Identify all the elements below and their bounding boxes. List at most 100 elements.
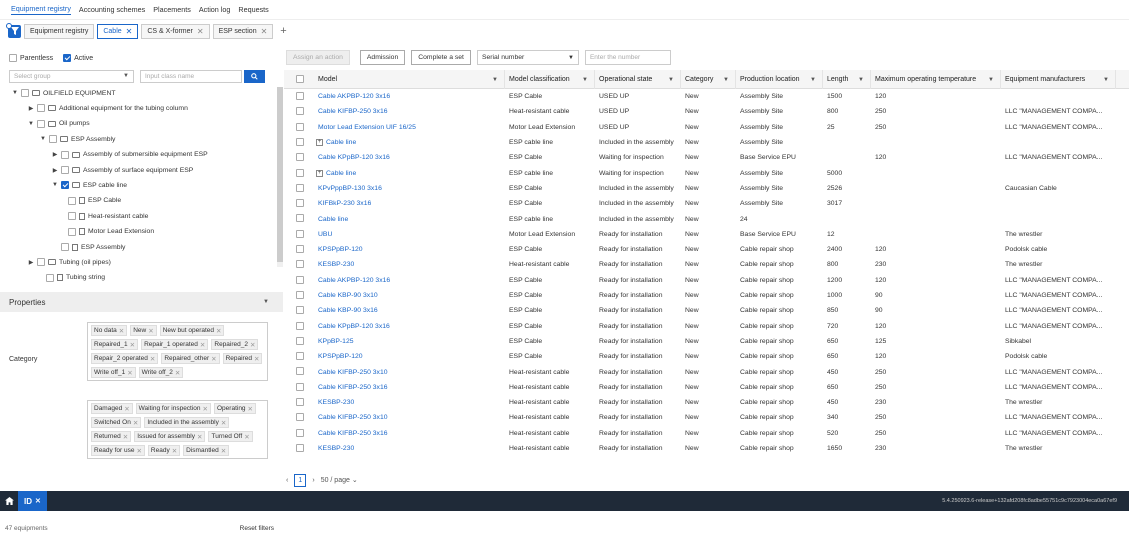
close-icon[interactable]: ✕ bbox=[148, 327, 153, 335]
home-icon[interactable] bbox=[0, 491, 18, 511]
nav-link[interactable]: Accounting schemes bbox=[79, 5, 145, 14]
close-icon[interactable]: ✕ bbox=[211, 355, 216, 363]
model-link[interactable]: Cable line bbox=[314, 211, 505, 226]
model-link[interactable]: Cable KIFBP-250 3x16 bbox=[314, 426, 505, 441]
model-link[interactable]: KESBP-230 bbox=[314, 395, 505, 410]
close-icon[interactable]: ✕ bbox=[250, 341, 255, 349]
close-icon[interactable]: ✕ bbox=[197, 27, 204, 36]
model-link[interactable]: KESBP-230 bbox=[314, 441, 505, 456]
model-link[interactable]: Cable KIFBP-250 3x16 bbox=[314, 104, 505, 119]
table-row[interactable]: Cable KBP-90 3x10 ESP Cable Ready for inst… bbox=[284, 288, 1129, 303]
table-row[interactable]: Cable AKPBP-120 3x16 ESP Cable Ready for i… bbox=[284, 273, 1129, 288]
tree-checkbox[interactable] bbox=[49, 135, 57, 144]
table-row[interactable]: + Cable line ESP cable line Waiting for ins… bbox=[284, 166, 1129, 181]
class-name-input[interactable]: Input class name bbox=[140, 70, 242, 83]
table-row[interactable]: Cable KIFBP-250 3x10 Heat-resistant cable… bbox=[284, 410, 1129, 425]
close-icon[interactable]: ✕ bbox=[244, 433, 249, 441]
tab-item[interactable]: ESP section ✕ bbox=[212, 23, 274, 39]
tree-checkbox[interactable] bbox=[37, 104, 45, 113]
tree-checkbox[interactable] bbox=[37, 258, 45, 267]
row-checkbox[interactable] bbox=[296, 382, 304, 391]
model-link[interactable]: + Cable line bbox=[312, 166, 503, 181]
filter-toggle-button[interactable] bbox=[6, 22, 21, 38]
model-link[interactable]: KIFBkP-230 3x16 bbox=[314, 196, 505, 211]
expand-right-icon[interactable]: ▶ bbox=[52, 167, 58, 174]
tree-checkbox[interactable] bbox=[61, 243, 69, 251]
column-header[interactable]: Model ▼ bbox=[314, 70, 505, 89]
tree-checkbox[interactable] bbox=[46, 273, 54, 282]
row-checkbox[interactable] bbox=[296, 398, 304, 406]
row-checkbox[interactable] bbox=[296, 214, 304, 223]
group-select[interactable]: Select group ▼ bbox=[9, 70, 134, 83]
assign-action-button[interactable]: Assign an action bbox=[286, 50, 350, 65]
admission-button[interactable]: Admission bbox=[359, 50, 406, 65]
tree-node[interactable]: ▼ ESP cable line bbox=[52, 179, 127, 191]
sort-dropdown-icon[interactable]: ▼ bbox=[858, 77, 864, 83]
tree-node[interactable]: ▶ Tubing (oil pipes) bbox=[28, 256, 111, 268]
tab-item[interactable]: Cable ✕ bbox=[97, 23, 139, 39]
row-checkbox[interactable] bbox=[296, 199, 304, 208]
row-checkbox[interactable] bbox=[296, 168, 304, 177]
table-row[interactable]: Motor Lead Extension UIF 16/25 Motor Lead… bbox=[284, 120, 1129, 135]
model-link[interactable]: KPSPpBP-120 bbox=[314, 349, 505, 364]
expand-down-icon[interactable]: ▼ bbox=[52, 182, 58, 188]
add-tab-icon[interactable]: + bbox=[280, 25, 286, 37]
complete-set-button[interactable]: Complete a set bbox=[411, 50, 471, 65]
expand-down-icon[interactable]: ▼ bbox=[40, 136, 46, 142]
tree-checkbox[interactable] bbox=[68, 196, 76, 205]
tree-node[interactable]: ▶ Assembly of submersible equipment ESP bbox=[52, 149, 208, 161]
id-tab[interactable]: ID ✕ bbox=[18, 491, 47, 511]
model-link[interactable]: Cable KIFBP-250 3x16 bbox=[314, 380, 505, 395]
table-row[interactable]: KPSPpBP-120 ESP Cable Ready for installati… bbox=[284, 242, 1129, 257]
close-icon[interactable]: ✕ bbox=[126, 27, 133, 36]
close-icon[interactable]: ✕ bbox=[197, 433, 202, 441]
page-size-select[interactable]: 50 / page ⌄ bbox=[321, 476, 358, 484]
expand-row-icon[interactable]: + bbox=[316, 139, 323, 147]
expand-down-icon[interactable]: ▼ bbox=[12, 90, 18, 96]
model-link[interactable]: Cable KPpBP-120 3x16 bbox=[314, 150, 505, 165]
reset-filters-button[interactable]: Reset filters bbox=[240, 525, 274, 532]
tab-item[interactable]: Equipment registry bbox=[24, 23, 95, 39]
row-checkbox[interactable] bbox=[296, 413, 304, 422]
table-row[interactable]: KIFBkP-230 3x16 ESP Cable Included in the … bbox=[284, 196, 1129, 211]
close-icon[interactable]: ✕ bbox=[35, 497, 41, 505]
tab-item[interactable]: CS & X-former ✕ bbox=[141, 23, 210, 39]
table-row[interactable]: + Cable line ESP cable line Included in the… bbox=[284, 135, 1129, 150]
sort-dropdown-icon[interactable]: ▼ bbox=[492, 77, 498, 83]
table-row[interactable]: Cable KPpBP-120 3x16 ESP Cable Waiting for… bbox=[284, 150, 1129, 165]
close-icon[interactable]: ✕ bbox=[221, 447, 226, 455]
nav-link[interactable]: Equipment registry bbox=[11, 4, 71, 15]
model-link[interactable]: Motor Lead Extension UIF 16/25 bbox=[314, 120, 505, 135]
tree-node[interactable]: ▼ Oil pumps bbox=[28, 118, 90, 130]
tree-node[interactable]: Tubing string bbox=[37, 272, 105, 284]
tree-checkbox[interactable] bbox=[61, 150, 69, 159]
model-link[interactable]: KPSPpBP-120 bbox=[314, 242, 505, 257]
table-row[interactable]: KPSPpBP-120 ESP Cable Ready for installati… bbox=[284, 349, 1129, 364]
search-field-select[interactable]: Serial number ▼ bbox=[476, 50, 579, 65]
sort-dropdown-icon[interactable]: ▼ bbox=[810, 77, 816, 83]
tree-node[interactable]: ESP Cable bbox=[68, 195, 121, 207]
close-icon[interactable]: ✕ bbox=[221, 419, 226, 427]
table-row[interactable]: Cable KIFBP-250 3x16 Heat-resistant cable… bbox=[284, 426, 1129, 441]
column-header[interactable]: Category ▼ bbox=[681, 70, 736, 89]
table-row[interactable]: KESBP-230 Heat-resistant cable Ready for i… bbox=[284, 395, 1129, 410]
close-icon[interactable]: ✕ bbox=[124, 405, 129, 413]
table-row[interactable]: UBU Motor Lead Extension Ready for install… bbox=[284, 227, 1129, 242]
sort-dropdown-icon[interactable]: ▼ bbox=[723, 77, 729, 83]
prev-page-icon[interactable]: ‹ bbox=[286, 477, 288, 484]
tree-node[interactable]: ▼ ESP Assembly bbox=[40, 133, 115, 145]
row-checkbox[interactable] bbox=[296, 290, 304, 299]
nav-link[interactable]: Placements bbox=[153, 5, 191, 14]
close-icon[interactable]: ✕ bbox=[248, 405, 253, 413]
sort-dropdown-icon[interactable]: ▼ bbox=[582, 77, 588, 83]
tree-node[interactable]: ESP Assembly bbox=[52, 241, 125, 253]
tree-node[interactable]: Heat-resistant cable bbox=[68, 210, 148, 222]
nav-link[interactable]: Action log bbox=[199, 5, 231, 14]
tree-checkbox[interactable] bbox=[68, 227, 76, 236]
close-icon[interactable]: ✕ bbox=[216, 327, 221, 335]
table-row[interactable]: KESBP-230 Heat-resistant cable Ready for i… bbox=[284, 441, 1129, 456]
model-link[interactable]: + Cable line bbox=[312, 135, 503, 150]
row-checkbox[interactable] bbox=[296, 153, 304, 162]
model-link[interactable]: Cable KBP-90 3x16 bbox=[314, 303, 505, 318]
column-header[interactable]: Length ▼ bbox=[823, 70, 871, 89]
